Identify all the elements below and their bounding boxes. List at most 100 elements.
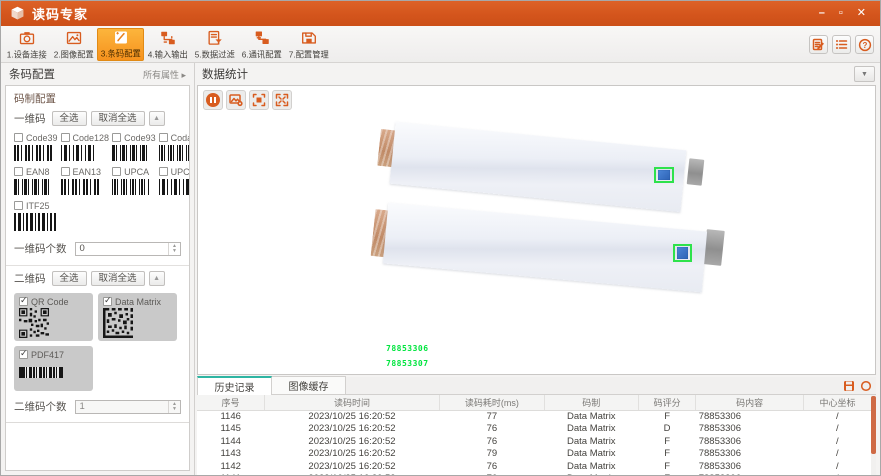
ean8-checkbox[interactable] xyxy=(14,167,23,176)
minimize-button[interactable]: – xyxy=(819,8,825,19)
nav-barcode-config[interactable]: 3.条码配置 xyxy=(97,28,144,61)
tab-history[interactable]: 历史记录 xyxy=(197,376,272,395)
cell-center: / xyxy=(804,448,871,461)
all-properties-link[interactable]: 所有属性 ▸ xyxy=(143,68,186,81)
table-row[interactable]: 1143 2023/10/25 16:20:52 79 Data Matrix … xyxy=(197,448,871,461)
help-button[interactable]: ? xyxy=(855,35,874,54)
report-button[interactable] xyxy=(809,35,828,54)
table-row[interactable]: 1146 2023/10/25 16:20:52 77 Data Matrix … xyxy=(197,410,871,423)
col-read-time[interactable]: 读码时间 xyxy=(264,395,439,410)
table-row[interactable]: 1142 2023/10/25 16:20:52 76 Data Matrix … xyxy=(197,460,871,473)
cell-seq: 1143 xyxy=(197,448,264,461)
table-row[interactable]: 1145 2023/10/25 16:20:52 76 Data Matrix … xyxy=(197,423,871,436)
col-code-type[interactable]: 码制 xyxy=(544,395,638,410)
twod-count-spin-arrows[interactable]: ▲▼ xyxy=(168,401,180,413)
records-panel: 历史记录 图像缓存 xyxy=(197,377,876,475)
package1-datamatrix-label xyxy=(658,170,670,180)
col-elapsed[interactable]: 读码耗时(ms) xyxy=(440,395,544,410)
edit-icon xyxy=(112,29,130,46)
camera-image: 78853306 78853307 xyxy=(198,86,875,374)
cell-seq: 1144 xyxy=(197,435,264,448)
datamatrix-checkbox[interactable] xyxy=(103,297,112,306)
nav-data-filter[interactable]: 5.数据过滤 xyxy=(191,28,238,61)
barcode-type-pdf417[interactable]: PDF417 xyxy=(14,346,93,391)
app-title: 读码专家 xyxy=(32,4,88,23)
twod-count-spinner[interactable]: 1 ▲▼ xyxy=(75,400,182,414)
table-scrollbar-thumb[interactable] xyxy=(871,396,876,454)
maximize-button[interactable]: ▫ xyxy=(839,8,843,19)
col-center[interactable]: 中心坐标 xyxy=(804,395,871,410)
cell-type: Data Matrix xyxy=(544,448,638,461)
barcode-type-upca[interactable]: UPCA xyxy=(112,166,156,200)
clear-records-button[interactable] xyxy=(859,379,873,392)
list-icon xyxy=(835,38,848,51)
package1-silver-tab xyxy=(687,158,705,185)
barcode-type-upce[interactable]: UPCE xyxy=(159,166,190,200)
code128-checkbox[interactable] xyxy=(61,133,70,142)
tab-image-cache[interactable]: 图像缓存 xyxy=(271,376,346,394)
barcode-type-datamatrix[interactable]: Data Matrix xyxy=(98,293,177,341)
fit-view-icon xyxy=(252,93,266,107)
code39-barcode-image xyxy=(14,145,52,161)
left-panel-divider xyxy=(6,422,189,423)
save-records-icon xyxy=(843,380,855,392)
twod-deselect-all-button[interactable]: 取消全选 xyxy=(91,271,145,286)
nav-image-config[interactable]: 2.图像配置 xyxy=(50,28,97,61)
col-grade[interactable]: 码评分 xyxy=(638,395,695,410)
cell-type: Data Matrix xyxy=(544,473,638,476)
nav-device-connect[interactable]: 1.设备连接 xyxy=(3,28,50,61)
nav-config-manage[interactable]: 7.配置管理 xyxy=(285,28,332,61)
code39-checkbox[interactable] xyxy=(14,133,23,142)
table-row[interactable]: 1141 2023/10/25 16:20:52 76 Data Matrix … xyxy=(197,473,871,476)
itf25-checkbox[interactable] xyxy=(14,201,23,210)
pdf417-image xyxy=(19,367,63,378)
upce-checkbox[interactable] xyxy=(159,167,168,176)
qrcode-checkbox[interactable] xyxy=(19,297,28,306)
image-viewer[interactable]: 78853306 78853307 xyxy=(197,85,876,375)
list-button[interactable] xyxy=(832,35,851,54)
oned-select-all-button[interactable]: 全选 xyxy=(52,111,87,126)
nav-comm-config[interactable]: 6.通讯配置 xyxy=(238,28,285,61)
col-seq[interactable]: 序号 xyxy=(197,395,264,410)
nav-input-output[interactable]: 4.输入输出 xyxy=(144,28,191,61)
pdf417-checkbox[interactable] xyxy=(19,350,28,359)
barcode-type-code93[interactable]: Code93 xyxy=(112,132,156,166)
table-row[interactable]: 1144 2023/10/25 16:20:52 76 Data Matrix … xyxy=(197,435,871,448)
fullscreen-button[interactable] xyxy=(272,90,292,110)
barcode-type-codabar[interactable]: CodaBar xyxy=(159,132,190,166)
barcode-type-code128[interactable]: Code128 xyxy=(61,132,110,166)
pause-icon xyxy=(206,93,220,107)
app-window: 读码专家 – ▫ ✕ 1.设备连接 2.图像配置 xyxy=(0,0,881,476)
code93-checkbox[interactable] xyxy=(112,133,121,142)
oned-count-spinner[interactable]: 0 ▲▼ xyxy=(75,242,182,256)
pause-button[interactable] xyxy=(203,90,223,110)
fit-view-button[interactable] xyxy=(249,90,269,110)
cell-time: 2023/10/25 16:20:52 xyxy=(264,410,439,423)
upca-checkbox[interactable] xyxy=(112,167,121,176)
oned-collapse-button[interactable]: ▲ xyxy=(149,111,165,126)
col-content[interactable]: 码内容 xyxy=(696,395,804,410)
image-save-button[interactable] xyxy=(226,90,246,110)
twod-select-all-button[interactable]: 全选 xyxy=(52,271,87,286)
barcode-type-ean13[interactable]: EAN13 xyxy=(61,166,110,200)
twod-collapse-button[interactable]: ▲ xyxy=(149,271,165,286)
cell-content: 78853306 xyxy=(696,448,804,461)
cell-type: Data Matrix xyxy=(544,410,638,423)
barcode-type-itf25[interactable]: ITF25 xyxy=(14,200,190,236)
filter-icon xyxy=(206,29,224,47)
cell-grade: D xyxy=(638,423,695,436)
titlebar: 读码专家 – ▫ ✕ xyxy=(1,1,880,26)
barcode-type-ean8[interactable]: EAN8 xyxy=(14,166,58,200)
barcode-type-qrcode[interactable]: QR Code xyxy=(14,293,93,341)
decoded-value-2: 78853307 xyxy=(386,359,429,368)
close-button[interactable]: ✕ xyxy=(857,8,866,19)
barcode-type-code39[interactable]: Code39 xyxy=(14,132,58,166)
ean13-checkbox[interactable] xyxy=(61,167,70,176)
codabar-checkbox[interactable] xyxy=(159,133,168,142)
table-scrollbar[interactable] xyxy=(871,395,876,475)
panel-dropdown-button[interactable]: ▼ xyxy=(854,66,875,82)
oned-count-spin-arrows[interactable]: ▲▼ xyxy=(168,243,180,255)
save-records-button[interactable] xyxy=(842,379,856,392)
twod-count-label: 二维码个数 xyxy=(14,399,67,414)
oned-deselect-all-button[interactable]: 取消全选 xyxy=(91,111,145,126)
